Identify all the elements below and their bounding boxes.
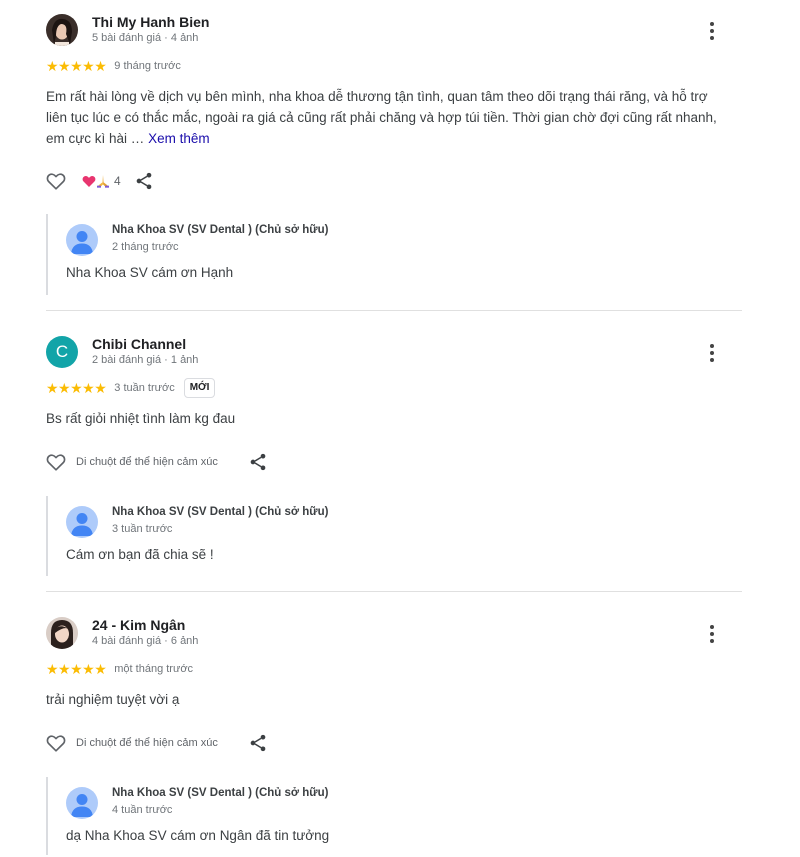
star-rating: ★★★★★	[46, 380, 107, 396]
more-options-icon[interactable]	[706, 623, 718, 645]
react-hint-text: Di chuột để thể hiện cảm xúc	[76, 737, 218, 749]
owner-person-avatar-icon	[66, 506, 98, 538]
divider	[46, 591, 742, 592]
reviewer-meta: 4 bài đánh giá · 6 ảnh	[92, 635, 199, 647]
owner-avatar	[66, 224, 98, 256]
star-rating: ★★★★★	[46, 58, 107, 74]
reviewer-name[interactable]: Chibi Channel	[92, 336, 186, 352]
review-text: Em rất hài lòng về dịch vụ bên mình, nha…	[46, 86, 726, 149]
heart-outline-icon[interactable]	[45, 732, 67, 754]
react-hint-text: Di chuột để thể hiện cảm xúc	[76, 456, 218, 468]
review-text: Bs rất giỏi nhiệt tình làm kg đau	[46, 411, 236, 426]
share-icon[interactable]	[134, 171, 154, 191]
rating-row: ★★★★★ 3 tuần trước MỚI	[46, 378, 216, 398]
review-card: C Chibi Channel 2 bài đánh giá · 1 ảnh ★…	[0, 322, 800, 592]
owner-person-avatar-icon	[66, 787, 98, 819]
more-options-icon[interactable]	[706, 20, 718, 42]
review-time: một tháng trước	[114, 663, 194, 675]
owner-name: Nha Khoa SV (SV Dental ) (Chủ sở hữu)	[112, 506, 329, 518]
more-options-icon[interactable]	[706, 342, 718, 364]
share-icon[interactable]	[248, 452, 268, 472]
owner-reply-time: 2 tháng trước	[112, 241, 179, 253]
reviewer-avatar[interactable]	[46, 14, 78, 46]
review-actions: Di chuột để thể hiện cảm xúc	[45, 451, 268, 473]
reviewer-avatar[interactable]	[46, 617, 78, 649]
reviewer-name[interactable]: 24 - Kim Ngân	[92, 617, 185, 633]
owner-name: Nha Khoa SV (SV Dental ) (Chủ sở hữu)	[112, 787, 329, 799]
owner-avatar	[66, 506, 98, 538]
review-text: trải nghiệm tuyệt vời ạ	[46, 692, 180, 707]
owner-reply-text: dạ Nha Khoa SV cám ơn Ngân đã tin tưởng	[66, 828, 330, 843]
review-time: 9 tháng trước	[114, 60, 181, 72]
review-actions: Di chuột để thể hiện cảm xúc	[45, 732, 268, 754]
user-photo-avatar	[46, 14, 78, 46]
new-badge: MỚI	[183, 378, 216, 398]
reviewer-meta: 2 bài đánh giá · 1 ảnh	[92, 354, 199, 366]
pray-hands-reaction-icon	[97, 175, 109, 188]
read-more-link[interactable]: Xem thêm	[148, 131, 210, 146]
owner-reply-time: 3 tuần trước	[112, 523, 173, 535]
reviewer-name[interactable]: Thi My Hanh Bien	[92, 14, 209, 30]
review-card: 24 - Kim Ngân 4 bài đánh giá · 6 ảnh ★★★…	[0, 603, 800, 857]
reaction-summary[interactable]: 4	[81, 173, 121, 189]
rating-row: ★★★★★ một tháng trước	[46, 661, 193, 677]
heart-outline-icon[interactable]	[45, 451, 67, 473]
share-icon[interactable]	[248, 733, 268, 753]
review-card: Thi My Hanh Bien 5 bài đánh giá · 4 ảnh …	[0, 0, 800, 311]
user-photo-avatar	[46, 617, 78, 649]
owner-avatar	[66, 787, 98, 819]
review-time: 3 tuần trước	[114, 382, 175, 394]
star-rating: ★★★★★	[46, 661, 107, 677]
owner-reply: Nha Khoa SV (SV Dental ) (Chủ sở hữu) 2 …	[46, 214, 736, 295]
owner-reply-time: 4 tuần trước	[112, 804, 173, 816]
owner-reply-text: Nha Khoa SV cám ơn Hạnh	[66, 265, 234, 280]
review-actions: 4	[45, 170, 154, 192]
owner-reply-text: Cám ơn bạn đã chia sẽ !	[66, 547, 214, 562]
divider	[46, 310, 742, 311]
heart-outline-icon[interactable]	[45, 170, 67, 192]
reviewer-meta: 5 bài đánh giá · 4 ảnh	[92, 32, 199, 44]
review-text-body: Em rất hài lòng về dịch vụ bên mình, nha…	[46, 89, 717, 146]
owner-reply: Nha Khoa SV (SV Dental ) (Chủ sở hữu) 3 …	[46, 496, 736, 576]
rating-row: ★★★★★ 9 tháng trước	[46, 58, 181, 74]
reaction-count: 4	[114, 174, 121, 188]
reviewer-avatar[interactable]: C	[46, 336, 78, 368]
owner-person-avatar-icon	[66, 224, 98, 256]
owner-reply: Nha Khoa SV (SV Dental ) (Chủ sở hữu) 4 …	[46, 777, 736, 855]
owner-name: Nha Khoa SV (SV Dental ) (Chủ sở hữu)	[112, 224, 329, 236]
